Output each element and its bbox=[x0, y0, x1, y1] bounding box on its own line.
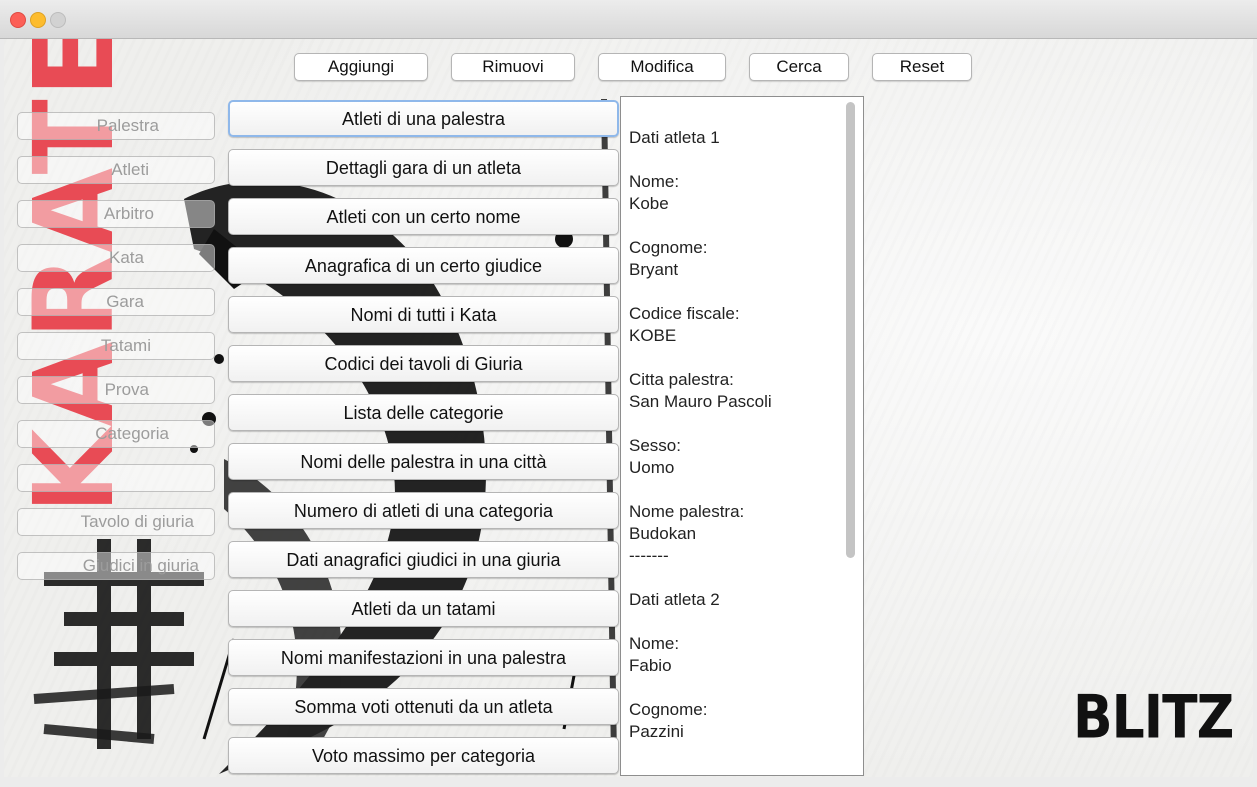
query-button-somma-voti[interactable]: Somma voti ottenuti da un atleta bbox=[228, 688, 619, 725]
sidebar-item-prova[interactable]: Prova bbox=[17, 376, 215, 404]
zoom-window-button[interactable] bbox=[50, 12, 66, 28]
query-button-atleti-palestra[interactable]: Atleti di una palestra bbox=[228, 100, 619, 137]
sidebar-item-atleti[interactable]: Atleti bbox=[17, 156, 215, 184]
query-button-codici-tavoli[interactable]: Codici dei tavoli di Giuria bbox=[228, 345, 619, 382]
sidebar-item-gara[interactable]: Gara bbox=[17, 288, 215, 316]
minimize-window-button[interactable] bbox=[30, 12, 46, 28]
query-button-atleti-tatami[interactable]: Atleti da un tatami bbox=[228, 590, 619, 627]
reset-button[interactable]: Reset bbox=[872, 53, 972, 81]
query-button-palestre-citta[interactable]: Nomi delle palestra in una città bbox=[228, 443, 619, 480]
query-button-dettagli-gara[interactable]: Dettagli gara di un atleta bbox=[228, 149, 619, 186]
query-button-voto-massimo[interactable]: Voto massimo per categoria bbox=[228, 737, 619, 774]
results-text-area[interactable]: Dati atleta 1 Nome: Kobe Cognome: Bryant… bbox=[620, 96, 864, 776]
sidebar-item-palestra[interactable]: Palestra bbox=[17, 112, 215, 140]
sidebar-item-giudici-in-giuria[interactable]: Giudici in giuria bbox=[17, 552, 215, 580]
query-button-atleti-nome[interactable]: Atleti con un certo nome bbox=[228, 198, 619, 235]
sidebar-item-tatami[interactable]: Tatami bbox=[17, 332, 215, 360]
query-button-dati-giudici[interactable]: Dati anagrafici giudici in una giuria bbox=[228, 541, 619, 578]
sidebar-item-hidden[interactable] bbox=[17, 464, 215, 492]
blitz-logo: BLITZ bbox=[1073, 683, 1234, 753]
sidebar-item-arbitro[interactable]: Arbitro bbox=[17, 200, 215, 228]
sidebar-item-categoria[interactable]: Categoria bbox=[17, 420, 215, 448]
sidebar-item-kata[interactable]: Kata bbox=[17, 244, 215, 272]
close-window-button[interactable] bbox=[10, 12, 26, 28]
results-text: Dati atleta 1 Nome: Kobe Cognome: Bryant… bbox=[629, 128, 772, 741]
search-button[interactable]: Cerca bbox=[749, 53, 849, 81]
sidebar-item-tavolo-di-giuria[interactable]: Tavolo di giuria bbox=[17, 508, 215, 536]
query-button-lista-categorie[interactable]: Lista delle categorie bbox=[228, 394, 619, 431]
remove-button[interactable]: Rimuovi bbox=[451, 53, 575, 81]
query-button-nomi-kata[interactable]: Nomi di tutti i Kata bbox=[228, 296, 619, 333]
results-scrollbar-thumb[interactable] bbox=[846, 102, 855, 558]
main-panel: KARATE BLITZ Aggiungi Rimuovi Modifica C… bbox=[4, 39, 1253, 777]
window-titlebar bbox=[0, 0, 1257, 39]
query-button-numero-atleti[interactable]: Numero di atleti di una categoria bbox=[228, 492, 619, 529]
add-button[interactable]: Aggiungi bbox=[294, 53, 428, 81]
query-button-anagrafica-giudice[interactable]: Anagrafica di un certo giudice bbox=[228, 247, 619, 284]
edit-button[interactable]: Modifica bbox=[598, 53, 726, 81]
window-bottom-edge bbox=[0, 777, 1257, 787]
query-button-manifestazioni[interactable]: Nomi manifestazioni in una palestra bbox=[228, 639, 619, 676]
